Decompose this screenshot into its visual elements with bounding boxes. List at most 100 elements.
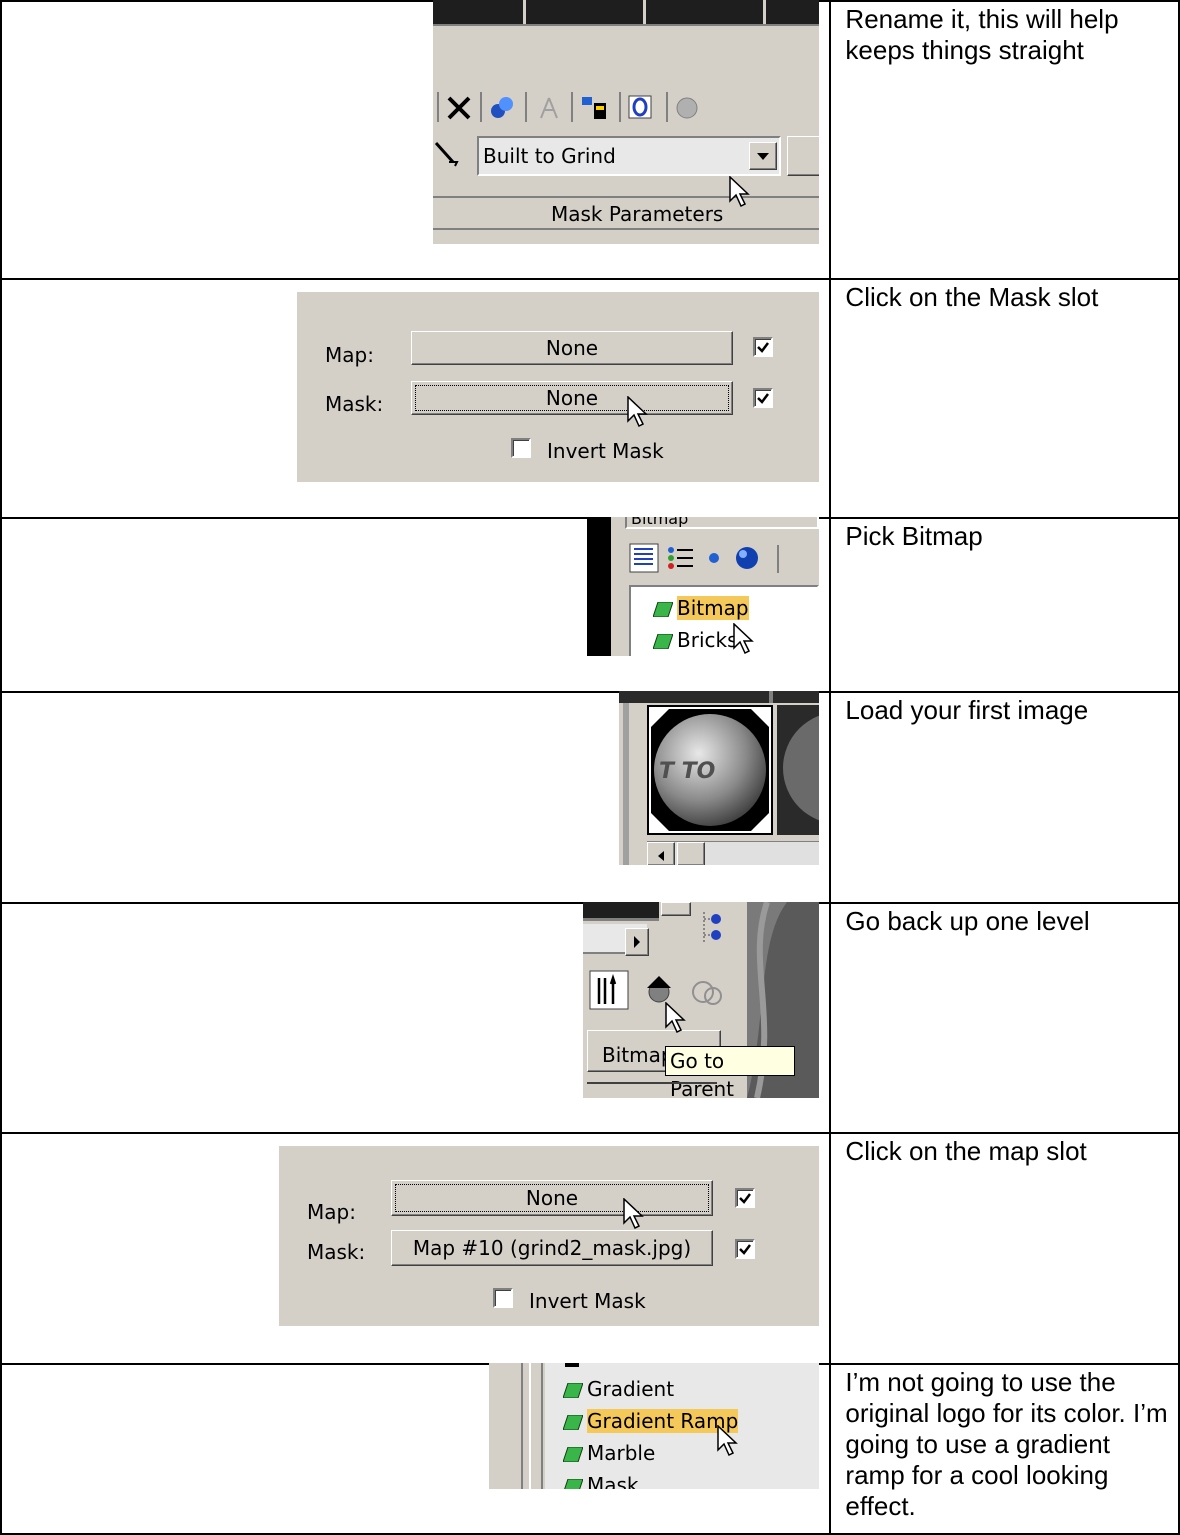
map-icon <box>563 1447 583 1462</box>
name-dropdown-button[interactable] <box>749 142 777 170</box>
step-2-image-cell: Map: None Mask: None Invert Mask <box>0 278 832 519</box>
invert-mask-checkbox[interactable] <box>493 1288 513 1308</box>
step-3-image-cell: Bitmap Bitmap Bricks <box>0 517 832 693</box>
slot-scrollbar[interactable] <box>647 841 819 865</box>
list-item-bricks[interactable]: Bricks <box>653 627 738 653</box>
mouse-cursor-icon <box>717 1425 738 1457</box>
map-icon <box>564 1479 583 1489</box>
map-enable-checkbox[interactable] <box>735 1188 755 1208</box>
sphere-logo-text: T TO <box>659 759 716 784</box>
step-row-1: Built to Grind Mask Parameters Rename it… <box>0 0 1180 280</box>
map-label: Map: <box>307 1200 356 1224</box>
mask-label: Mask: <box>325 392 384 416</box>
map-slot-value: None <box>545 336 599 360</box>
list-item-gradient[interactable]: Gradient <box>563 1375 674 1403</box>
material-map-navigator-icon[interactable] <box>701 910 725 946</box>
map-slot-screenshot: Map: None Mask: Map #10 (grind2_mask.jpg… <box>279 1146 819 1326</box>
large-icons-view-icon[interactable] <box>733 544 761 572</box>
list-item-gradient-ramp[interactable]: Gradient Ramp <box>563 1407 739 1435</box>
map-icon <box>653 602 673 617</box>
go-to-parent-tooltip: Go to Parent <box>665 1046 795 1098</box>
step-row-2: Map: None Mask: None Invert Mask Click o… <box>0 278 1180 519</box>
browser-title-text: Bitmap <box>631 517 689 528</box>
put-to-library-icon[interactable] <box>580 93 610 123</box>
list-icons-view-icon[interactable] <box>665 543 695 573</box>
map-slot-value: None <box>525 1186 579 1210</box>
show-map-icon <box>676 97 698 119</box>
mouse-cursor-icon <box>729 176 750 208</box>
gradient-ramp-screenshot: Gradient Gradient Ramp Marble Mask <box>489 1363 819 1489</box>
list-view-icon[interactable] <box>629 543 659 573</box>
type-button[interactable] <box>787 136 819 176</box>
tutorial-table: Built to Grind Mask Parameters Rename it… <box>0 0 1180 1535</box>
map-type-list: Bitmap Bricks <box>629 585 819 656</box>
slot-dropdown-button[interactable] <box>661 902 691 916</box>
next-material-slot[interactable] <box>777 705 819 835</box>
map-enable-checkbox[interactable] <box>753 337 773 357</box>
chevron-down-icon <box>757 153 769 160</box>
invert-mask-label: Invert Mask <box>529 1289 646 1313</box>
link-icon[interactable] <box>488 94 516 122</box>
gradient-label: Gradient <box>587 1377 675 1401</box>
map-slot-button[interactable]: None <box>411 331 733 365</box>
step-6-text: Click on the map slot <box>829 1132 1180 1365</box>
scroll-left-button[interactable] <box>647 842 675 865</box>
view-toolbar <box>627 539 819 579</box>
rename-screenshot: Built to Grind Mask Parameters <box>433 0 819 244</box>
step-row-4: T TO Load your first image <box>0 691 1180 904</box>
step-1-text: Rename it, this will help keeps things s… <box>829 0 1180 280</box>
map-type-list: Gradient Gradient Ramp Marble Mask <box>545 1363 819 1489</box>
scroll-thumb[interactable] <box>677 842 705 865</box>
tooltip-text: Go to Parent <box>670 1049 735 1098</box>
step-4-image-cell: T TO <box>0 691 832 904</box>
map-icon <box>563 1383 583 1398</box>
mouse-cursor-icon <box>665 1002 686 1034</box>
step-row-3: Bitmap Bitmap Bricks Pick Bitmap <box>0 517 1180 693</box>
mouse-cursor-icon <box>627 396 648 428</box>
go-to-parent-screenshot: Bitmap Go to Parent <box>583 902 819 1098</box>
delete-icon[interactable] <box>445 94 473 122</box>
list-item-bitmap[interactable]: Bitmap <box>653 595 749 621</box>
material-id-icon[interactable] <box>626 93 656 123</box>
mask-parameters-rollout[interactable]: Mask Parameters <box>433 196 819 230</box>
bricks-label: Bricks <box>677 628 738 652</box>
invert-mask-checkbox[interactable] <box>511 438 531 458</box>
step-6-image-cell: Map: None Mask: Map #10 (grind2_mask.jpg… <box>0 1132 832 1365</box>
map-browser-screenshot: Bitmap Bitmap Bricks <box>587 517 819 656</box>
mask-enable-checkbox[interactable] <box>735 1239 755 1259</box>
mask-slot-value: Map #10 (grind2_mask.jpg) <box>412 1236 692 1260</box>
arrow-right-icon <box>634 936 640 948</box>
mask-enable-checkbox[interactable] <box>753 388 773 408</box>
active-material-slot[interactable]: T TO <box>647 705 773 835</box>
mask-slot-button[interactable]: Map #10 (grind2_mask.jpg) <box>391 1230 713 1266</box>
play-button[interactable] <box>625 928 649 956</box>
mask-label: Mask: <box>307 1240 366 1264</box>
hierarchy-icon <box>540 97 558 119</box>
material-slot-screenshot: T TO <box>619 691 819 865</box>
map-label: Map: <box>325 343 374 367</box>
map-icon <box>563 1415 583 1430</box>
step-row-6: Map: None Mask: Map #10 (grind2_mask.jpg… <box>0 1132 1180 1365</box>
step-row-7: Gradient Gradient Ramp Marble Mask I’m n… <box>0 1363 1180 1535</box>
show-end-result-icon[interactable] <box>589 970 629 1010</box>
step-5-image-cell: Bitmap Go to Parent <box>0 902 832 1134</box>
mouse-cursor-icon <box>733 623 754 655</box>
mouse-cursor-icon <box>623 1198 644 1230</box>
mask-slot-value: None <box>545 386 599 410</box>
map-slot-button[interactable]: None <box>391 1180 713 1216</box>
marble-label: Marble <box>587 1441 656 1465</box>
list-item-mask[interactable]: Mask <box>563 1471 639 1489</box>
map-type-label: Bitmap <box>602 1043 674 1067</box>
step-3-text: Pick Bitmap <box>829 517 1180 693</box>
mask-label: Mask <box>587 1473 639 1489</box>
step-7-text: I’m not going to use the original logo f… <box>829 1363 1180 1535</box>
material-name-field[interactable]: Built to Grind <box>477 136 781 176</box>
step-5-text: Go back up one level <box>829 902 1180 1134</box>
mask-slot-screenshot: Map: None Mask: None Invert Mask <box>297 292 819 482</box>
eyedropper-icon[interactable] <box>433 140 461 170</box>
browser-title-field: Bitmap <box>625 517 819 529</box>
list-item-marble[interactable]: Marble <box>563 1439 655 1467</box>
mask-slot-button[interactable]: None <box>411 381 733 415</box>
small-icons-view-icon[interactable] <box>705 549 723 567</box>
step-row-5: Bitmap Go to Parent Go back up one level <box>0 902 1180 1134</box>
